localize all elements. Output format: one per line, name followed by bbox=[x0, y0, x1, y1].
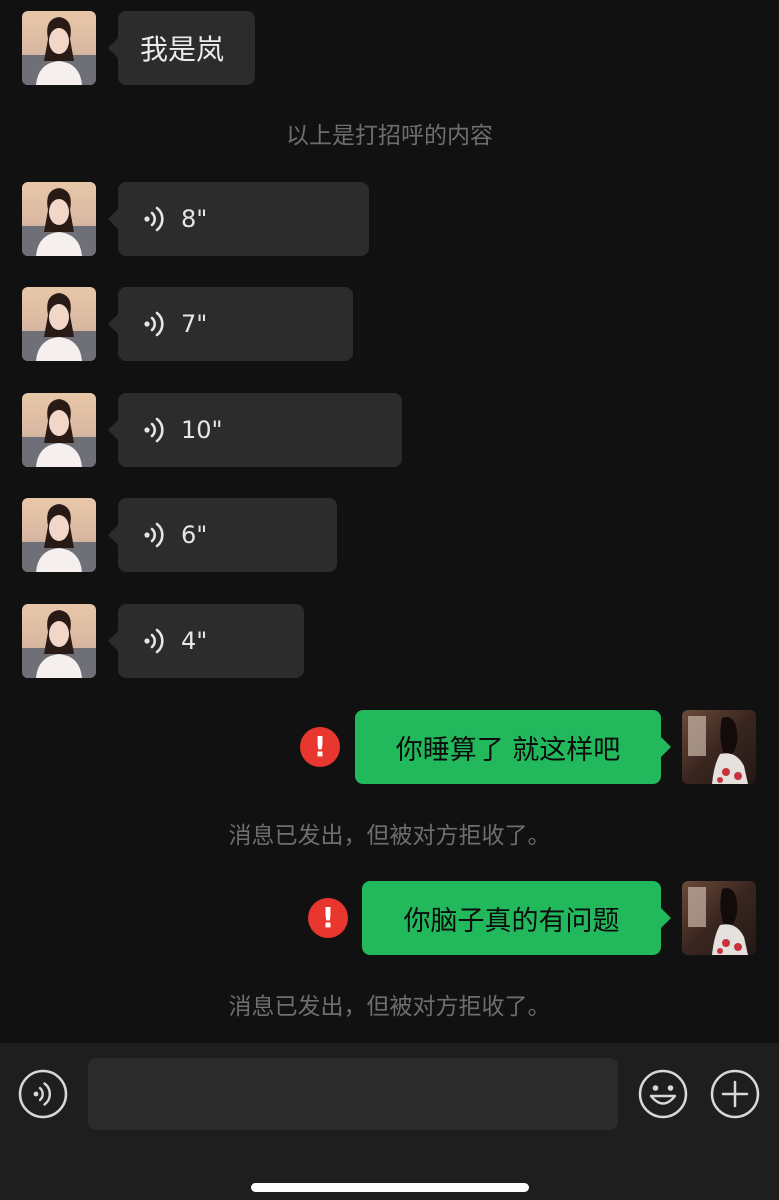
input-toolbar bbox=[0, 1043, 779, 1200]
voice-message-bubble[interactable]: 8" bbox=[108, 182, 369, 256]
voice-wave-icon bbox=[144, 522, 164, 548]
rejected-notice: 消息已发出，但被对方拒收了。 bbox=[228, 994, 551, 1020]
voice-duration: 8" bbox=[181, 205, 208, 233]
voice-wave-icon bbox=[144, 628, 164, 654]
voice-wave-icon bbox=[144, 206, 164, 232]
send-failed-icon[interactable]: ! bbox=[300, 727, 340, 767]
more-button[interactable] bbox=[710, 1069, 760, 1119]
voice-wave-icon bbox=[144, 417, 164, 443]
message-text: 你脑子真的有问题 bbox=[403, 905, 620, 937]
plus-circle-icon bbox=[710, 1069, 760, 1119]
voice-duration: 7" bbox=[181, 310, 208, 338]
outgoing-text-bubble[interactable]: 你睡算了 就这样吧 bbox=[355, 710, 671, 784]
my-avatar[interactable] bbox=[682, 881, 756, 955]
contact-avatar[interactable] bbox=[22, 182, 96, 256]
contact-avatar[interactable] bbox=[22, 604, 96, 678]
contact-avatar[interactable] bbox=[22, 287, 96, 361]
smiley-face-icon bbox=[638, 1069, 688, 1119]
voice-message-bubble[interactable]: 7" bbox=[108, 287, 353, 361]
voice-message-bubble[interactable]: 4" bbox=[108, 604, 304, 678]
home-indicator[interactable] bbox=[251, 1183, 529, 1192]
message-text: 你睡算了 就这样吧 bbox=[395, 734, 621, 766]
voice-duration: 4" bbox=[181, 627, 208, 655]
contact-avatar[interactable] bbox=[22, 393, 96, 467]
contact-avatar[interactable] bbox=[22, 11, 96, 85]
rejected-notice: 消息已发出，但被对方拒收了。 bbox=[228, 823, 551, 849]
voice-wave-icon bbox=[144, 311, 164, 337]
voice-input-button[interactable] bbox=[18, 1069, 68, 1119]
chat-area[interactable]: 我是岚 以上是打招呼的内容 8" 7" 10" 6" 4" ! 你睡算了 就这样… bbox=[0, 0, 779, 1043]
emoji-button[interactable] bbox=[638, 1069, 688, 1119]
voice-duration: 6" bbox=[181, 521, 208, 549]
voice-wave-icon bbox=[18, 1069, 68, 1119]
message-input[interactable] bbox=[88, 1058, 618, 1130]
voice-message-bubble[interactable]: 6" bbox=[108, 498, 337, 572]
incoming-text-bubble[interactable]: 我是岚 bbox=[108, 11, 255, 85]
voice-duration: 10" bbox=[181, 416, 223, 444]
message-text: 我是岚 bbox=[140, 33, 225, 66]
my-avatar[interactable] bbox=[682, 710, 756, 784]
contact-avatar[interactable] bbox=[22, 498, 96, 572]
voice-message-bubble[interactable]: 10" bbox=[108, 393, 402, 467]
greeting-note: 以上是打招呼的内容 bbox=[286, 123, 493, 149]
outgoing-text-bubble[interactable]: 你脑子真的有问题 bbox=[362, 881, 671, 955]
send-failed-icon[interactable]: ! bbox=[308, 898, 348, 938]
